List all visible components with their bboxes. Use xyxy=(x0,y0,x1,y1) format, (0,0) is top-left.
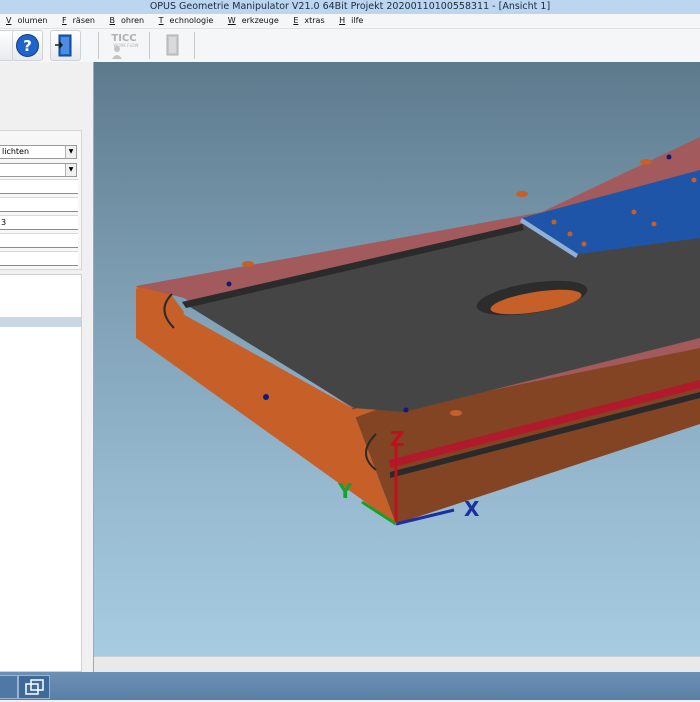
exit-door-icon xyxy=(55,34,72,57)
menu-hilfe[interactable]: Hilfe xyxy=(333,14,369,28)
disabled-tool-button[interactable] xyxy=(158,30,189,61)
taskbar xyxy=(0,672,700,700)
y-axis-label: Y xyxy=(337,479,353,503)
menu-technologie[interactable]: Technologie xyxy=(153,14,220,28)
ticc-workflow-icon: TICC WORK FLOW xyxy=(111,33,139,59)
feature-list[interactable] xyxy=(0,274,82,672)
taskbar-partial-button[interactable] xyxy=(0,675,18,699)
left-panel: lichten ▼ ▼ 3 xyxy=(0,62,94,672)
part-model[interactable]: X Y Z xyxy=(94,62,700,656)
window-title: OPUS Geometrie Manipulator V21.0 64Bit P… xyxy=(149,1,551,12)
value-field-5[interactable] xyxy=(0,251,78,266)
mode-combo[interactable]: lichten ▼ xyxy=(0,145,77,159)
menu-fraesen[interactable]: Fräsen xyxy=(56,14,101,28)
exit-button[interactable] xyxy=(50,30,81,61)
3d-viewport[interactable]: X Y Z xyxy=(94,62,700,656)
hole xyxy=(226,281,232,287)
value-field-1[interactable] xyxy=(0,179,78,194)
help-icon: ? xyxy=(16,34,39,57)
plate-hole xyxy=(551,219,557,225)
title-bar: OPUS Geometrie Manipulator V21.0 64Bit P… xyxy=(0,0,700,14)
chevron-down-icon: ▼ xyxy=(65,146,76,158)
menu-volumen[interactable]: Volumen xyxy=(0,14,53,28)
menu-bar: Volumen Fräsen Bohren Technologie Werkze… xyxy=(0,14,700,29)
plate-hole xyxy=(581,241,587,247)
hole xyxy=(450,410,462,416)
z-axis-label: Z xyxy=(390,427,405,451)
plate-hole xyxy=(691,177,697,183)
disabled-door-icon xyxy=(166,34,179,56)
hole xyxy=(403,407,409,413)
help-button[interactable]: ? xyxy=(12,30,43,61)
horizontal-scrollbar[interactable] xyxy=(94,656,700,673)
properties-group: lichten ▼ ▼ 3 xyxy=(0,130,82,270)
menu-bohren[interactable]: Bohren xyxy=(104,14,151,28)
plate-hole xyxy=(631,209,637,215)
svg-text:?: ? xyxy=(23,37,32,55)
hole xyxy=(640,159,652,165)
x-axis-label: X xyxy=(464,497,480,521)
taskbar-app-button[interactable] xyxy=(18,675,50,699)
chevron-down-icon: ▼ xyxy=(65,164,76,176)
hole xyxy=(666,154,672,160)
plate-hole xyxy=(567,231,573,237)
toolbar-separator xyxy=(149,32,150,59)
menu-werkzeuge[interactable]: Werkzeuge xyxy=(222,14,285,28)
option-combo[interactable]: ▼ xyxy=(0,163,77,177)
selected-list-item[interactable] xyxy=(0,317,81,327)
menu-extras[interactable]: Extras xyxy=(287,14,330,28)
hole xyxy=(516,191,528,197)
window-swap-icon xyxy=(25,679,44,695)
toolbar-separator xyxy=(98,32,99,59)
ticc-workflow-button[interactable]: TICC WORK FLOW xyxy=(104,30,144,61)
plate-hole xyxy=(651,221,657,227)
toolbar-separator xyxy=(194,32,195,59)
value-field-4[interactable] xyxy=(0,233,78,248)
value-field-3[interactable]: 3 xyxy=(0,215,78,230)
hole xyxy=(242,261,254,267)
toolbar: ? TICC WORK FLOW xyxy=(0,29,700,63)
hole xyxy=(263,394,269,400)
value-field-2[interactable] xyxy=(0,197,78,212)
